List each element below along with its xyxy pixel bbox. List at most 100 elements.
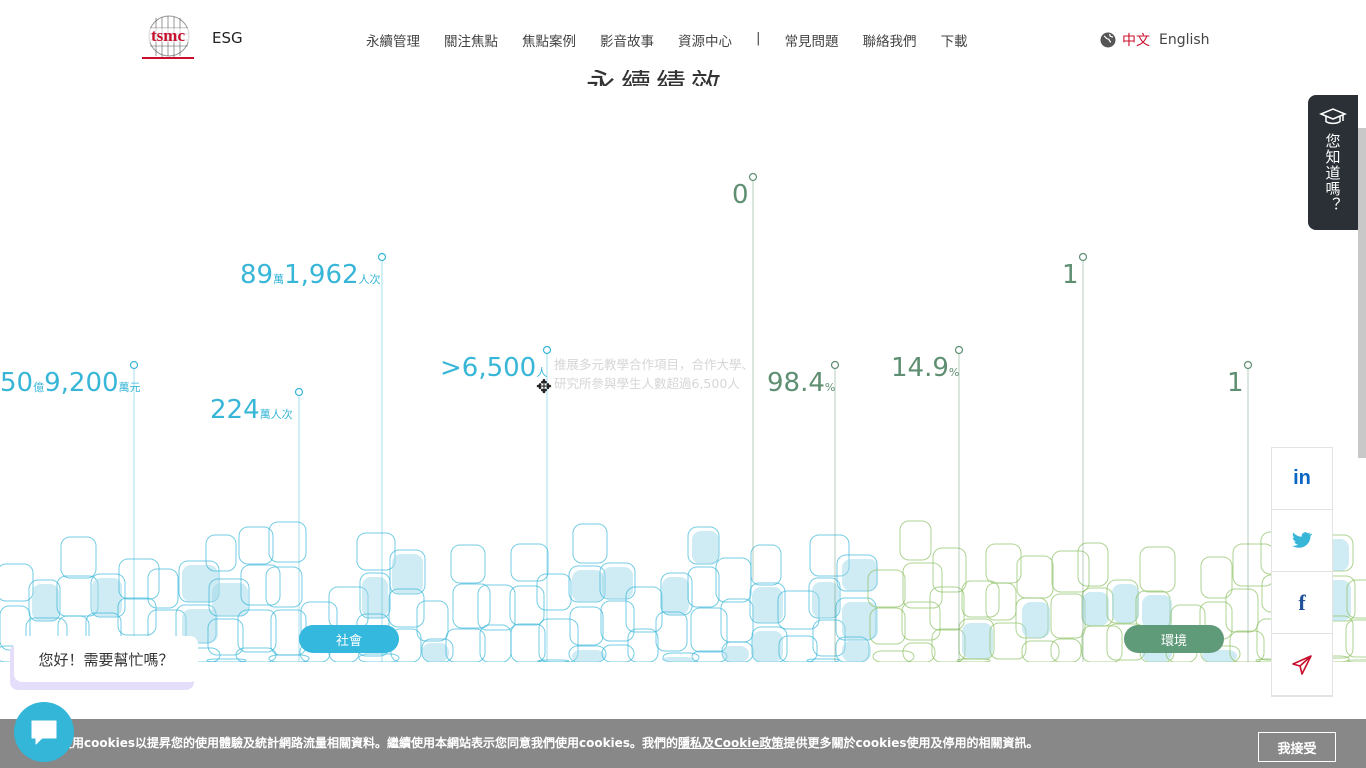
page: 永續績效 tsmc ESG 永續管理 關注焦點 焦點案例 影音故事 資源中心 |… [0, 0, 1366, 768]
nav-item-sustainability-management[interactable]: 永續管理 [366, 30, 420, 50]
privacy-policy-link[interactable]: 隱私及Cookie政策 [678, 736, 784, 750]
skyline-block [720, 598, 754, 643]
skyline-block-fill [32, 584, 59, 621]
send-icon[interactable] [1272, 634, 1332, 696]
skyline-block-fill [962, 623, 993, 659]
nav-item-focus[interactable]: 關注焦點 [444, 30, 498, 50]
skyline-block [902, 642, 936, 663]
cookie-banner: 使用cookies以提昇您的使用體驗及統計網路流量相關資料。繼續使用本網站表示您… [0, 719, 1366, 768]
skyline-block [932, 547, 967, 593]
graduation-cap-icon [1319, 108, 1347, 125]
cookie-message: 使用cookies以提昇您的使用體驗及統計網路流量相關資料。繼續使用本網站表示您… [60, 734, 1039, 751]
site-section-label[interactable]: ESG [212, 29, 243, 47]
skyline-block [450, 544, 486, 584]
nav-item-faq[interactable]: 常見問題 [785, 30, 839, 50]
skyline-block-fill [362, 577, 388, 618]
main-nav: 永續管理 關注焦點 焦點案例 影音故事 資源中心 | 常見問題 聯絡我們 下載 [366, 30, 992, 50]
skyline-block [537, 659, 570, 663]
skyline-block [956, 658, 991, 663]
language-switcher: 中文 English [1100, 30, 1210, 50]
skyline-block [601, 644, 635, 663]
skyline-block [778, 635, 818, 663]
skyline-block [1346, 659, 1366, 663]
cookie-accept-button[interactable]: 我接受 [1258, 732, 1336, 762]
nav-divider: | [756, 30, 761, 46]
skyline-block [899, 520, 932, 561]
lang-english[interactable]: English [1159, 32, 1210, 48]
skyline-block [1200, 556, 1233, 599]
skyline-block [1050, 593, 1086, 639]
stat-zero: 0 [732, 180, 749, 210]
stat-one-b: 1 [1227, 368, 1244, 398]
skyline-block [715, 557, 752, 603]
skyline-block [931, 628, 966, 663]
skyline-block-fill [572, 650, 605, 662]
twitter-icon[interactable] [1272, 510, 1332, 572]
pointer-dot [129, 360, 139, 370]
skyline-block [1081, 625, 1123, 663]
skyline-block-fill [662, 657, 694, 662]
skyline-block [961, 580, 1000, 618]
social-filter-button[interactable]: 社會 [299, 625, 399, 653]
chat-launcher-button[interactable] [14, 702, 74, 762]
skyline-block [655, 611, 688, 652]
did-you-know-tab[interactable]: 您知道嗎？ [1308, 95, 1358, 230]
skyline-block [1345, 619, 1366, 658]
skyline-block [60, 536, 97, 579]
stat-14-9: 14.9% [891, 353, 960, 383]
cookie-text-before: 使用cookies以提昇您的使用體驗及統計網路流量相關資料。繼續使用本網站表示您… [60, 736, 678, 750]
skyline-block-fill [1082, 592, 1109, 626]
tsmc-logo[interactable]: tsmc [136, 14, 200, 62]
stat-98-4: 98.4% [767, 368, 836, 398]
skyline-block [806, 658, 840, 663]
skyline-block-fill [422, 643, 449, 662]
pointer-dot [1243, 360, 1253, 370]
nav-item-download[interactable]: 下載 [941, 30, 968, 50]
pointer-dot [1078, 252, 1088, 262]
skyline-block-fill [392, 554, 423, 594]
skyline-block [56, 575, 99, 617]
skyline-block [268, 521, 307, 563]
skyline-block [600, 600, 635, 642]
skyline-block [1225, 588, 1259, 633]
skyline-block [117, 597, 157, 636]
skyline-block-fill [722, 646, 749, 662]
skyline-block-fill [572, 570, 604, 602]
nav-item-video-stories[interactable]: 影音故事 [600, 30, 654, 50]
scrollbar-thumb[interactable] [1358, 128, 1366, 458]
globe-icon[interactable] [1100, 32, 1116, 48]
pointer-dot [748, 172, 758, 182]
share-panel: in f [1271, 447, 1333, 697]
nav-item-case-studies[interactable]: 焦點案例 [522, 30, 576, 50]
skyline-block [356, 532, 396, 571]
skyline-block [902, 562, 943, 609]
skyline-block [0, 563, 34, 602]
skyline-block [690, 607, 728, 653]
chat-greeting-bubble[interactable]: 您好！需要幫忙嗎？ [14, 636, 198, 682]
stat-participants-224: 224萬人次 [210, 395, 293, 425]
cookie-text-after: 提供更多關於cookies使用及停用的相關資訊。 [783, 736, 1039, 750]
nav-item-contact[interactable]: 聯絡我們 [863, 30, 917, 50]
skyline-block [687, 566, 720, 608]
nav-item-resource-center[interactable]: 資源中心 [678, 30, 732, 50]
environment-filter-button[interactable]: 環境 [1124, 625, 1224, 653]
skyline-block [572, 523, 608, 564]
skyline-block [1139, 546, 1176, 593]
stat-students[interactable]: >6,500人 [440, 355, 547, 381]
skyline-block [1232, 543, 1275, 587]
skyline-block [872, 650, 915, 663]
linkedin-icon[interactable]: in [1272, 448, 1332, 510]
lang-chinese[interactable]: 中文 [1122, 30, 1150, 50]
skyline-block [569, 606, 604, 646]
skyline-block [510, 543, 549, 582]
header: tsmc ESG 永續管理 關注焦點 焦點案例 影音故事 資源中心 | 常見問題… [0, 0, 1366, 70]
facebook-icon[interactable]: f [1272, 572, 1332, 634]
skyline-block [627, 628, 659, 663]
stat-tooltip: 推展多元教學合作項目，合作大學、研究所參與學生人數超過6,500人 [554, 357, 755, 391]
chat-icon [31, 720, 57, 745]
skyline-block-fill [1112, 584, 1139, 623]
skyline-block [536, 573, 572, 611]
skyline-block-fill [1142, 595, 1172, 629]
did-you-know-label: 您知道嗎？ [1323, 133, 1342, 213]
pointer-dot [954, 345, 964, 355]
